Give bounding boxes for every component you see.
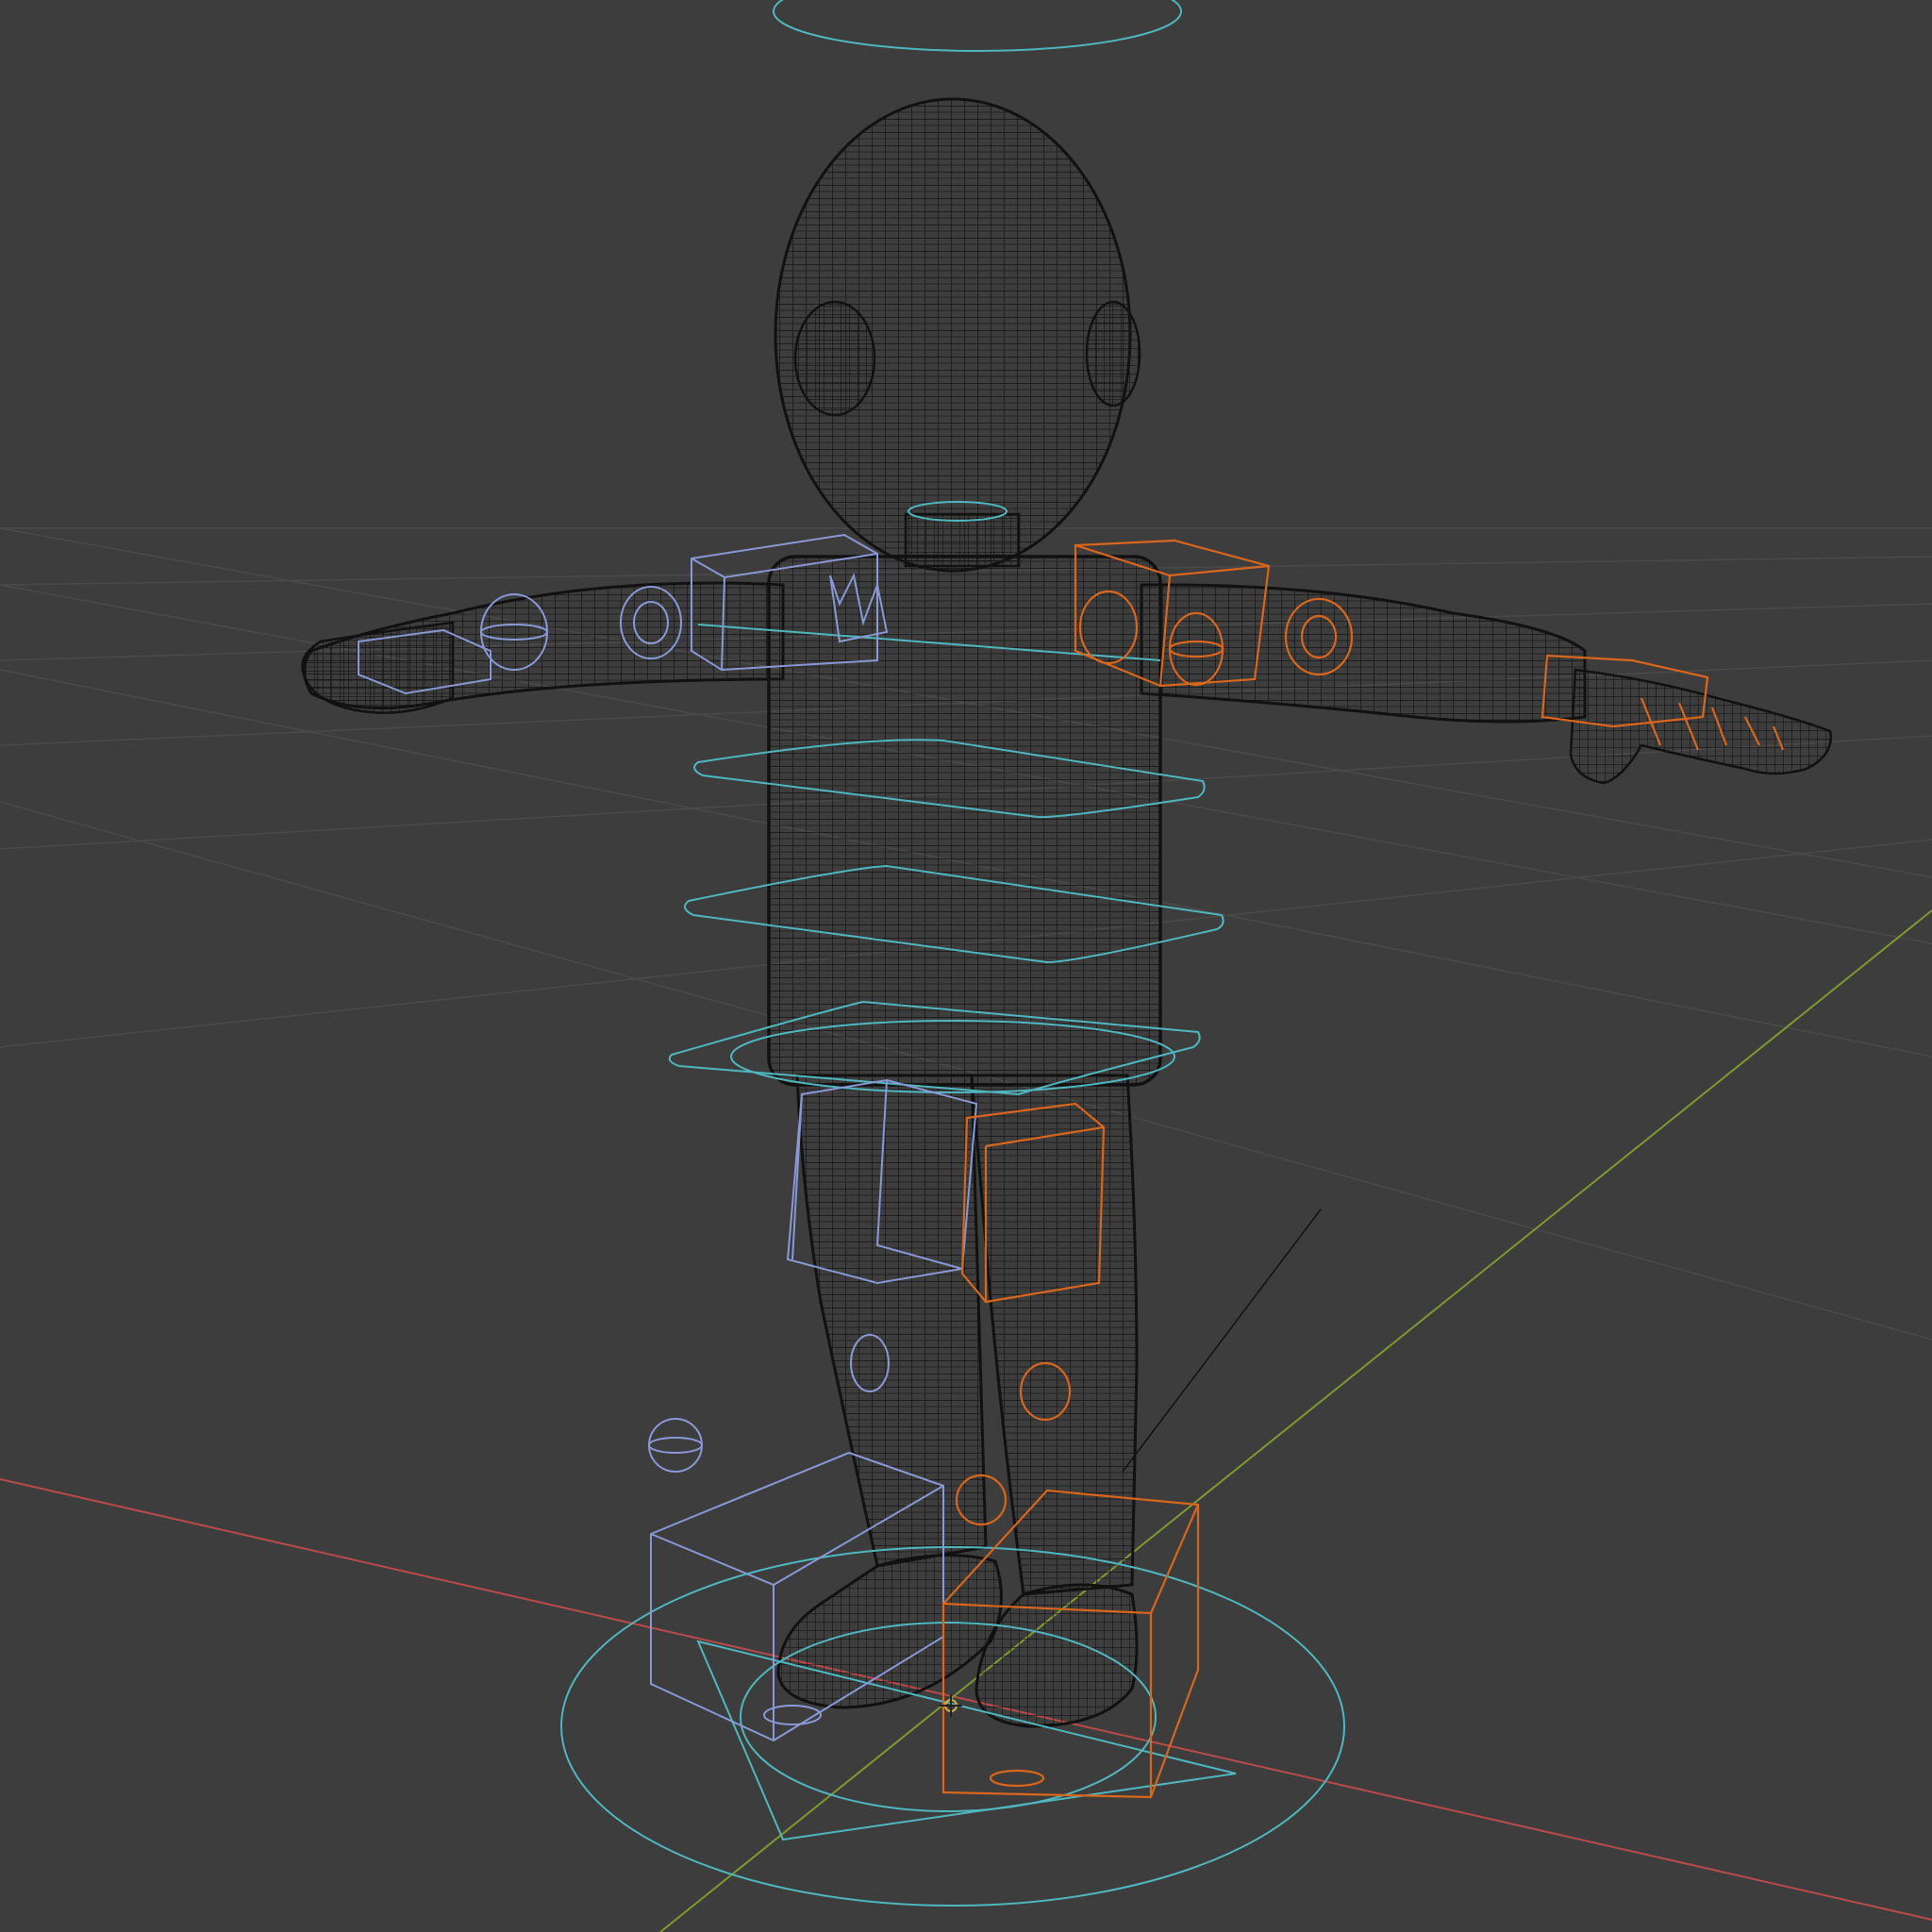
right-leg-mesh [970, 1074, 1139, 1596]
character-mesh[interactable] [301, 97, 1832, 1728]
head-target-control[interactable] [773, 0, 1182, 52]
left-knee-pole[interactable] [648, 1418, 703, 1473]
3d-viewport[interactable] [0, 0, 1932, 1932]
viewport-canvas[interactable] [0, 0, 1932, 1932]
right-arm-mesh [1140, 583, 1587, 724]
right-heel-control[interactable] [989, 1769, 1045, 1788]
left-ear-mesh [793, 300, 876, 417]
left-hand-mesh [301, 621, 455, 714]
right-ear-mesh [1085, 300, 1141, 408]
camera-direction-line [1122, 1208, 1322, 1473]
torso-mesh [767, 555, 1162, 1087]
left-knee-pole-band [648, 1437, 703, 1454]
